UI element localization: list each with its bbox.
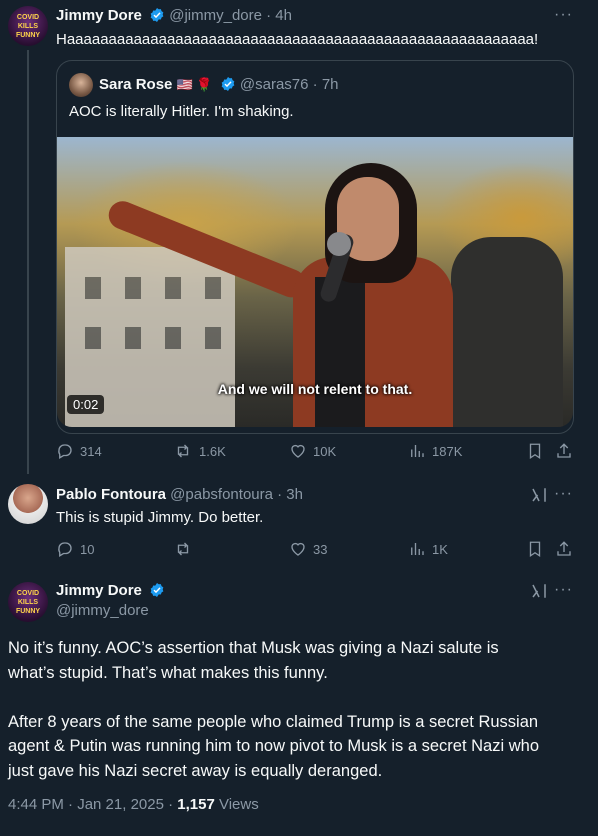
statue [451,237,563,427]
tweet-text-line: just gave his Nazi secret away is equall… [8,761,383,780]
quoted-tweet-text: AOC is literally Hitler. I'm shaking. [69,103,294,120]
display-name[interactable]: Jimmy Dore [56,7,142,24]
display-name[interactable]: Jimmy Dore [56,582,142,599]
verified-badge-icon [221,77,235,91]
repost-button[interactable] [173,540,199,558]
grok-icon[interactable] [530,582,548,600]
timestamp[interactable]: · 3h [277,486,303,503]
tweet-text-line: After 8 years of the same people who cla… [8,712,539,731]
handle[interactable]: @saras76 [240,76,309,93]
tweet-body: No it’s funny. AOC’s assertion that Musk… [8,636,594,783]
quoted-tweet[interactable]: Sara Rose 🇺🇸 🌹 @saras76 · 7h AOC is lite… [56,60,574,434]
handle[interactable]: @pabsfontoura [170,486,273,503]
tweet-text-line: No it’s funny. AOC’s assertion that Musk… [8,639,499,657]
reply-button[interactable]: 10 [56,540,94,558]
video-subtitle: And we will not relent to that. [217,381,413,397]
tweet-text: This is stupid Jimmy. Do better. [56,509,264,526]
verified-badge-icon [150,8,164,22]
avatar[interactable]: COVID KILLS FUNNY [8,582,48,622]
bookmark-icon[interactable] [526,442,544,460]
share-icon[interactable] [555,540,573,558]
share-icon[interactable] [555,442,573,460]
more-options-icon[interactable]: ··· [554,6,573,24]
views-count: 1,157 [177,796,215,813]
repost-icon [177,444,189,458]
video-duration-badge: 0:02 [67,395,105,414]
thread-line [27,50,29,474]
handle[interactable]: @jimmy_dore [56,602,149,619]
like-button[interactable]: 10K [289,442,336,460]
profile-flags-emoji: 🇺🇸 🌹 [176,77,213,92]
analytics-icon [411,543,424,555]
views-label: Views [214,796,259,813]
avatar[interactable] [69,73,93,97]
analytics-icon [411,445,424,457]
timestamp[interactable]: · 4h [266,7,292,24]
handle[interactable]: @jimmy_dore [169,7,262,24]
grok-icon[interactable] [530,486,548,504]
tweet-text: Haaaaaaaaaaaaaaaaaaaaaaaaaaaaaaaaaaaaaaa… [56,31,539,48]
repost-icon [177,542,189,556]
repost-button[interactable]: 1.6K [173,442,226,460]
avatar[interactable]: COVID KILLS FUNNY [8,6,48,46]
more-options-icon[interactable]: ··· [554,485,573,503]
views-button[interactable]: 187K [408,442,462,460]
heart-icon [291,542,305,556]
tweet-text-line: what’s stupid. That’s what makes this fu… [8,663,328,682]
display-name[interactable]: Sara Rose [99,76,172,93]
video-player[interactable]: And we will not relent to that. 0:02 [57,137,573,427]
heart-icon [291,444,305,458]
verified-badge-icon [150,583,164,597]
avatar[interactable] [8,484,48,524]
microphone-head [327,232,351,256]
display-name[interactable]: Pablo Fontoura [56,486,166,503]
tweet-text-line: agent & Putin was running him to now piv… [8,737,540,755]
bookmark-icon[interactable] [526,540,544,558]
views-button[interactable]: 1K [408,540,448,558]
tweet-meta: 4:44 PM · Jan 21, 2025 · 1,157 Views [8,796,259,813]
reply-button[interactable]: 314 [56,442,102,460]
timestamp[interactable]: · 7h [313,76,339,93]
like-button[interactable]: 33 [289,540,327,558]
more-options-icon[interactable]: ··· [554,581,573,599]
post-timestamp[interactable]: 4:44 PM · Jan 21, 2025 · [8,796,177,813]
reply-icon [58,444,72,459]
reply-icon [58,542,72,557]
